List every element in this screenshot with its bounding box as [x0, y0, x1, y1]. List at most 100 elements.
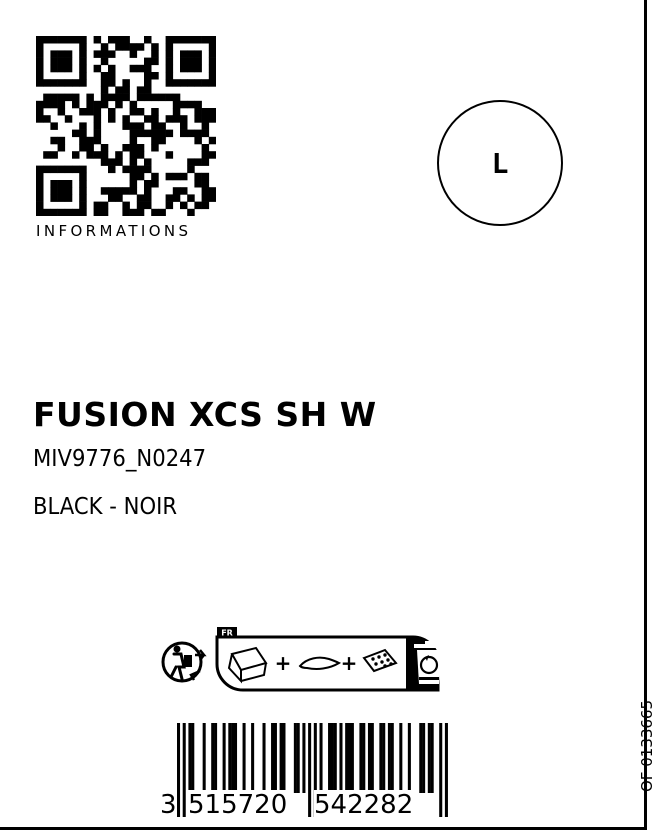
qr-module [64, 93, 73, 102]
qr-module [151, 57, 159, 66]
qr-module [144, 36, 152, 44]
qr-module [122, 86, 130, 94]
qr-module [36, 57, 44, 66]
qr-module [208, 36, 216, 44]
qr-module [36, 115, 44, 123]
product-color: BLACK - NOIR [33, 494, 178, 520]
qr-module [144, 86, 152, 94]
qr-module [50, 180, 58, 188]
qr-module [57, 36, 66, 44]
qr-module [93, 36, 102, 44]
barcode-bar [271, 723, 275, 793]
qr-module [79, 180, 87, 188]
qr-module [136, 208, 145, 216]
qr-module [93, 129, 102, 138]
qr-module [64, 187, 73, 195]
qr-module [151, 50, 159, 58]
barcode-left-digits: 515720 [188, 790, 288, 820]
qr-module [108, 187, 116, 195]
qr-module [86, 151, 94, 159]
qr-module [144, 180, 152, 188]
qr-module [208, 108, 216, 116]
qr-module [79, 208, 87, 216]
qr-module [194, 100, 202, 109]
qr-module [172, 187, 181, 195]
qr-module [144, 115, 152, 123]
qr-module [165, 93, 174, 102]
qr-module [180, 129, 188, 138]
qr-module [57, 187, 66, 195]
qr-module [172, 108, 181, 116]
qr-module [122, 36, 130, 44]
qr-module [165, 194, 174, 202]
qr-module [108, 194, 116, 202]
barcode-bar [390, 723, 394, 793]
qr-module [208, 79, 216, 87]
qr-module [36, 36, 44, 44]
qr-module [194, 172, 202, 181]
qr-module [129, 151, 138, 159]
qr-module [129, 187, 138, 195]
qr-module [151, 180, 159, 188]
qr-module [100, 144, 109, 152]
barcode-bar [308, 723, 312, 817]
qr-module [115, 86, 123, 94]
qr-module [136, 64, 145, 73]
qr-module [136, 151, 145, 159]
qr-module [180, 36, 188, 44]
qr-module [93, 201, 102, 210]
qr-module [115, 100, 123, 109]
qr-module [144, 72, 152, 80]
qr-module [144, 93, 152, 102]
barcode-bar [191, 723, 195, 793]
qr-module [108, 158, 116, 166]
qr-module [187, 208, 195, 216]
barcode-bar [387, 723, 391, 793]
barcode-bar [379, 723, 383, 793]
qr-module [93, 100, 102, 109]
qr-module [201, 108, 210, 116]
barcode-bar [273, 723, 277, 793]
barcode-bar [427, 723, 431, 793]
qr-module [136, 122, 145, 130]
qr-module [136, 129, 145, 138]
qr-module [165, 201, 174, 210]
qr-module [165, 72, 174, 80]
barcode-bar [282, 723, 286, 793]
qr-module [194, 79, 202, 87]
qr-module [100, 86, 109, 94]
qr-module [43, 79, 51, 87]
qr-module [194, 108, 202, 116]
qr-module [50, 151, 58, 159]
qr-module [36, 180, 44, 188]
qr-section: INFORMATIONS [36, 36, 216, 240]
barcode-bar [362, 723, 366, 793]
qr-module [115, 151, 123, 159]
qr-module [100, 208, 109, 216]
qr-module [108, 165, 116, 174]
barcode-bar [444, 723, 448, 817]
qr-module [36, 43, 44, 51]
qr-module [64, 165, 73, 174]
qr-module [208, 43, 216, 51]
barcode-bar [419, 723, 423, 793]
qr-module [187, 79, 195, 87]
qr-module [57, 165, 66, 174]
qr-module [64, 36, 73, 44]
qr-module [86, 136, 94, 145]
qr-module [201, 194, 210, 202]
qr-module [151, 129, 159, 138]
qr-module [122, 144, 130, 152]
qr-module [72, 79, 80, 87]
qr-module [180, 172, 188, 181]
qr-module [129, 64, 138, 73]
qr-module [129, 172, 138, 181]
qr-module [50, 187, 58, 195]
qr-module [201, 36, 210, 44]
barcode-bar [422, 723, 426, 793]
plus-separator: + [275, 651, 292, 675]
qr-module [172, 194, 181, 202]
qr-module [86, 144, 94, 152]
qr-module [122, 208, 130, 216]
qr-module [108, 79, 116, 87]
